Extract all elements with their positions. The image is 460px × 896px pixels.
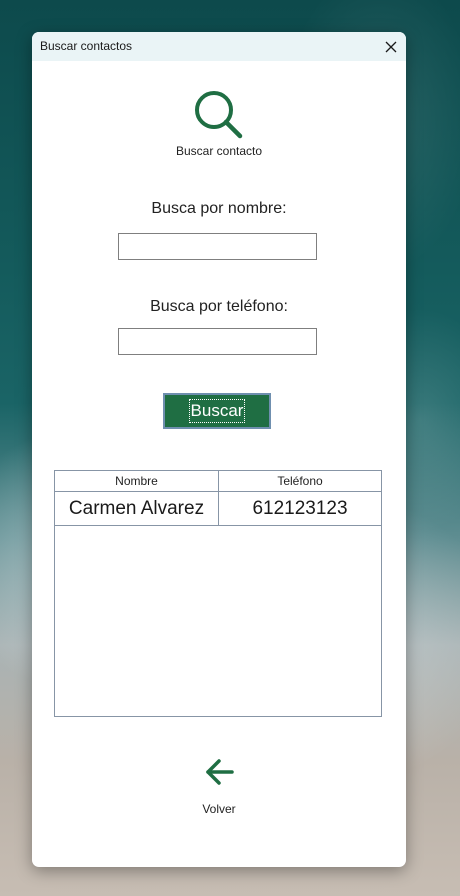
desktop-background: Buscar contactos Buscar contacto Busca p… [0,0,460,896]
search-button[interactable]: Buscar [163,393,271,429]
close-icon [385,41,397,52]
result-phone-cell[interactable]: 612123123 [219,498,381,520]
results-table: Nombre Teléfono Carmen Alvarez 612123123 [54,470,382,717]
phone-search-input[interactable] [118,328,317,355]
back-button[interactable]: Volver [192,756,246,846]
search-icon [195,91,243,139]
column-header-telefono[interactable]: Teléfono [219,471,381,491]
search-button-face: Buscar [167,397,267,425]
back-label: Volver [202,802,236,816]
search-button-label: Buscar [188,399,246,423]
result-name-cell[interactable]: Carmen Alvarez [55,498,218,520]
search-contacts-window: Buscar contactos Buscar contacto Busca p… [32,32,406,867]
name-search-input[interactable] [118,233,317,260]
search-icon-caption: Buscar contacto [175,144,263,158]
title-bar: Buscar contactos [32,32,406,61]
column-header-nombre[interactable]: Nombre [55,471,218,491]
row-divider [55,525,381,526]
close-button[interactable] [376,32,406,61]
name-label: Busca por nombre: [151,200,287,217]
arrow-left-icon [206,759,234,785]
window-title: Buscar contactos [40,39,133,53]
phone-label: Busca por teléfono: [150,298,288,315]
